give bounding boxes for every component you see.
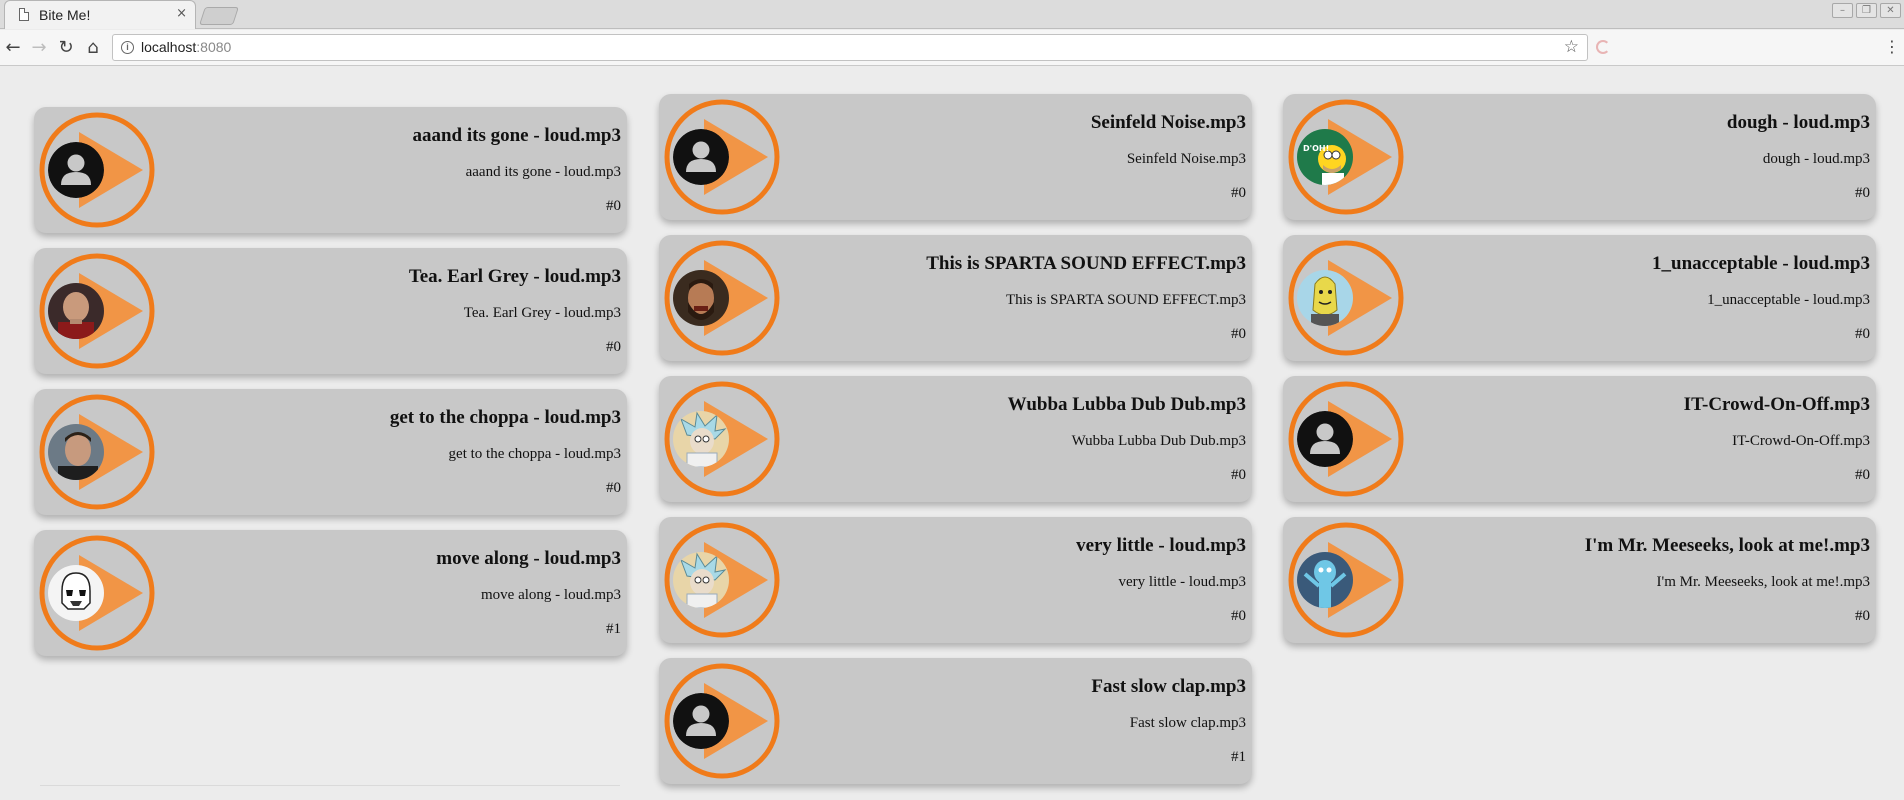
- play-count: #0: [606, 480, 621, 496]
- new-tab-button[interactable]: [199, 7, 239, 25]
- tab-close-icon[interactable]: ×: [176, 6, 187, 21]
- sound-filename: aaand its gone - loud.mp3: [465, 164, 621, 180]
- play-count: #0: [1231, 185, 1246, 201]
- default-user-icon: [1297, 411, 1353, 467]
- address-bar[interactable]: i localhost:8080 ☆: [112, 34, 1588, 61]
- default-user-icon: [48, 142, 104, 198]
- sound-title: I'm Mr. Meeseeks, look at me!.mp3: [1584, 535, 1870, 556]
- leonidas-portrait: [673, 270, 729, 326]
- browser-tabstrip: Bite Me! × – ❐ ✕: [0, 0, 1904, 29]
- sound-card-move-along-loud-mp3[interactable]: move along - loud.mp3 move along - loud.m…: [34, 530, 627, 656]
- site-info-icon[interactable]: i: [121, 41, 134, 54]
- sound-filename: Fast slow clap.mp3: [1129, 715, 1246, 731]
- play-count: #0: [1855, 608, 1870, 624]
- sound-title: Seinfeld Noise.mp3: [1090, 112, 1246, 133]
- sound-card-very-little-loud-mp3[interactable]: very little - loud.mp3 very little - loud…: [659, 517, 1252, 643]
- extension-icon[interactable]: [1596, 40, 1610, 54]
- sound-board: aaand its gone - loud.mp3 aaand its gone …: [0, 74, 1904, 800]
- play-count: #0: [1231, 608, 1246, 624]
- close-window-button[interactable]: ✕: [1880, 3, 1901, 18]
- sound-card-this-is-sparta-sound-effect-mp3[interactable]: This is SPARTA SOUND EFFECT.mp3 This is S…: [659, 235, 1252, 361]
- default-user-icon: [673, 693, 729, 749]
- page-icon: [19, 8, 29, 21]
- sound-filename: move along - loud.mp3: [481, 587, 621, 603]
- sound-card-get-to-the-choppa-loud-mp3[interactable]: get to the choppa - loud.mp3 get to the c…: [34, 389, 627, 515]
- sound-filename: Wubba Lubba Dub Dub.mp3: [1071, 433, 1246, 449]
- sound-card-1-unacceptable-loud-mp3[interactable]: 1_unacceptable - loud.mp3 1_unacceptable …: [1283, 235, 1876, 361]
- sound-filename: This is SPARTA SOUND EFFECT.mp3: [1005, 292, 1246, 308]
- sound-card-i-m-mr-meeseeks-look-at-me-mp3[interactable]: I'm Mr. Meeseeks, look at me!.mp3 I'm Mr.…: [1283, 517, 1876, 643]
- picard-portrait: [48, 283, 104, 339]
- play-count: #0: [1855, 467, 1870, 483]
- play-count: #0: [1855, 326, 1870, 342]
- sound-title: move along - loud.mp3: [436, 548, 621, 569]
- sound-card-seinfeld-noise-mp3[interactable]: Seinfeld Noise.mp3 Seinfeld Noise.mp3 #0: [659, 94, 1252, 220]
- sound-title: very little - loud.mp3: [1076, 535, 1246, 556]
- sound-title: Tea. Earl Grey - loud.mp3: [408, 266, 621, 287]
- stormtrooper-portrait: [48, 565, 104, 621]
- sound-title: aaand its gone - loud.mp3: [412, 125, 621, 146]
- divider: [40, 785, 620, 786]
- sound-title: Fast slow clap.mp3: [1091, 676, 1246, 697]
- play-count: #0: [1231, 326, 1246, 342]
- sound-filename: dough - loud.mp3: [1762, 151, 1870, 167]
- default-user-icon: [673, 129, 729, 185]
- play-count: #0: [606, 339, 621, 355]
- sound-title: Wubba Lubba Dub Dub.mp3: [1007, 394, 1246, 415]
- bookmark-star-icon[interactable]: ☆: [1564, 37, 1579, 57]
- sound-filename: get to the choppa - loud.mp3: [448, 446, 621, 462]
- homer-doh-portrait: D'OH!: [1297, 129, 1353, 185]
- sound-title: This is SPARTA SOUND EFFECT.mp3: [926, 253, 1246, 274]
- tab-title: Bite Me!: [39, 7, 91, 23]
- back-icon[interactable]: ←: [0, 35, 26, 61]
- meeseeks-portrait: [1297, 552, 1353, 608]
- sound-filename: Seinfeld Noise.mp3: [1126, 151, 1246, 167]
- browser-menu-icon[interactable]: ⋮: [1884, 37, 1900, 56]
- sound-title: IT-Crowd-On-Off.mp3: [1683, 394, 1870, 415]
- forward-icon[interactable]: →: [26, 35, 52, 61]
- browser-tab[interactable]: Bite Me! ×: [4, 0, 196, 29]
- sound-card-dough-loud-mp3[interactable]: D'OH! dough - loud.mp3 dough - loud.mp3 #0: [1283, 94, 1876, 220]
- url-text[interactable]: localhost:8080: [141, 39, 231, 55]
- sound-filename: 1_unacceptable - loud.mp3: [1707, 292, 1870, 308]
- minimize-button[interactable]: –: [1832, 3, 1853, 18]
- sound-title: get to the choppa - loud.mp3: [389, 407, 621, 428]
- play-count: #0: [1855, 185, 1870, 201]
- sound-filename: Tea. Earl Grey - loud.mp3: [463, 305, 621, 321]
- sound-filename: I'm Mr. Meeseeks, look at me!.mp3: [1656, 574, 1871, 590]
- sound-card-fast-slow-clap-mp3[interactable]: Fast slow clap.mp3 Fast slow clap.mp3 #1: [659, 658, 1252, 784]
- play-count: #1: [606, 621, 621, 637]
- url-port: :8080: [196, 39, 232, 55]
- sound-card-tea-earl-grey-loud-mp3[interactable]: Tea. Earl Grey - loud.mp3 Tea. Earl Grey …: [34, 248, 627, 374]
- maximize-button[interactable]: ❐: [1856, 3, 1877, 18]
- sound-filename: IT-Crowd-On-Off.mp3: [1732, 433, 1870, 449]
- play-count: #1: [1231, 749, 1246, 765]
- browser-toolbar: ← → ↻ ⌂ i localhost:8080 ☆ ⋮: [0, 30, 1904, 66]
- homer-caption: D'OH!: [1303, 144, 1329, 153]
- play-count: #0: [1231, 467, 1246, 483]
- sound-title: 1_unacceptable - loud.mp3: [1652, 253, 1870, 274]
- rick-portrait: [673, 411, 729, 467]
- sound-title: dough - loud.mp3: [1726, 112, 1870, 133]
- play-count: #0: [606, 198, 621, 214]
- terminator-portrait: [48, 424, 104, 480]
- reload-icon[interactable]: ↻: [53, 35, 79, 61]
- sound-filename: very little - loud.mp3: [1118, 574, 1246, 590]
- url-host: localhost: [141, 39, 197, 55]
- rick-portrait: [673, 552, 729, 608]
- lemongrab-portrait: [1297, 270, 1353, 326]
- home-icon[interactable]: ⌂: [80, 35, 106, 61]
- sound-card-it-crowd-on-off-mp3[interactable]: IT-Crowd-On-Off.mp3 IT-Crowd-On-Off.mp3 #0: [1283, 376, 1876, 502]
- sound-card-wubba-lubba-dub-dub-mp3[interactable]: Wubba Lubba Dub Dub.mp3 Wubba Lubba Dub D…: [659, 376, 1252, 502]
- sound-card-aaand-its-gone-loud-mp3[interactable]: aaand its gone - loud.mp3 aaand its gone …: [34, 107, 627, 233]
